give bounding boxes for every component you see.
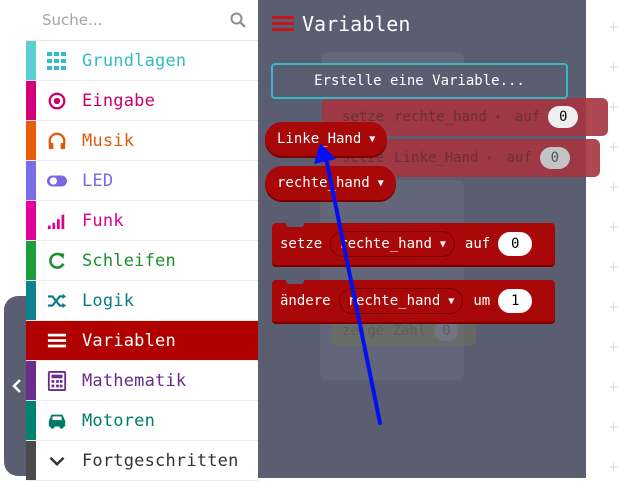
category-schleifen[interactable]: Schleifen (26, 241, 258, 281)
caret-down-icon[interactable]: ▼ (369, 134, 375, 145)
search-box[interactable]: Suche... (26, 0, 258, 41)
category-musik[interactable]: Musik (26, 121, 258, 161)
category-led[interactable]: LED (26, 161, 258, 201)
refresh-icon (46, 250, 68, 272)
block-variable: rechte_hand (394, 109, 487, 125)
caret-down-icon: ▼ (448, 295, 455, 307)
category-label: Grundlagen (82, 50, 187, 71)
category-label: Musik (82, 130, 135, 151)
grid-icon (46, 50, 68, 72)
block-notch (286, 279, 304, 284)
category-label: Funk (82, 210, 124, 231)
grid-mark: + (608, 300, 619, 315)
grid-mark: + (608, 220, 619, 235)
block-variable: Linke_Hand (394, 150, 479, 166)
headphones-icon (46, 130, 68, 152)
number-input[interactable]: 0 (498, 232, 533, 256)
category-stripe (26, 41, 36, 80)
number-input[interactable]: 1 (498, 289, 533, 313)
category-stripe (26, 161, 36, 200)
variable-block-rechte-hand[interactable]: rechte_hand ▼ (265, 166, 396, 200)
category-label: LED (82, 170, 114, 191)
variable-name: rechte_hand (347, 293, 441, 309)
grid-mark: + (608, 100, 619, 115)
category-fortgeschritten[interactable]: Fortgeschritten (26, 441, 258, 481)
search-icon[interactable] (230, 12, 246, 28)
chevron-left-icon (12, 379, 21, 393)
list-icon (46, 330, 68, 352)
variable-name: Linke_Hand (277, 131, 362, 147)
target-icon (46, 90, 68, 112)
category-stripe (26, 321, 36, 360)
search-input[interactable]: Suche... (42, 11, 102, 29)
calculator-icon (46, 370, 68, 392)
block-number: 0 (548, 106, 579, 128)
change-variable-block[interactable]: ändere rechte_hand ▼ um 1 (272, 279, 555, 322)
block-to-label: auf (514, 109, 541, 125)
block-keyword: setze (280, 236, 323, 252)
shuffle-icon (46, 290, 68, 312)
category-stripe (26, 441, 36, 480)
block-notch (286, 222, 304, 227)
flyout-title: Variablen (302, 12, 411, 36)
block-to-label: auf (464, 236, 491, 252)
block-number: 0 (434, 321, 459, 341)
flyout-header: Variablen (272, 12, 410, 36)
category-funk[interactable]: Funk (26, 201, 258, 241)
variable-block-linke-hand[interactable]: Linke_Hand ▼ (265, 122, 388, 156)
grid-mark: + (608, 340, 619, 355)
category-variablen[interactable]: Variablen (26, 321, 258, 361)
category-motoren[interactable]: Motoren (26, 401, 258, 441)
category-stripe (26, 201, 36, 240)
category-eingabe[interactable]: Eingabe (26, 81, 258, 121)
category-stripe (26, 281, 36, 320)
category-stripe (26, 81, 36, 120)
list-icon (272, 16, 294, 31)
category-label: Schleifen (82, 250, 176, 271)
category-label: Fortgeschritten (82, 450, 239, 471)
block-to-label: auf (506, 150, 532, 166)
category-mathematik[interactable]: Mathematik (26, 361, 258, 401)
variable-name: rechte_hand (277, 175, 370, 191)
category-stripe (26, 401, 36, 440)
grid-mark: + (608, 460, 619, 475)
category-label: Motoren (82, 410, 156, 431)
caret-down-icon: ▾ (494, 111, 501, 123)
block-number: 0 (539, 147, 570, 169)
set-variable-block[interactable]: setze rechte_hand ▼ auf 0 (272, 222, 555, 265)
grid-mark: + (608, 60, 619, 75)
category-label: Eingabe (82, 90, 156, 111)
toolbox: Suche... Grundlagen Eingabe Musik LED Fu… (26, 0, 259, 481)
category-label: Variablen (82, 330, 176, 351)
signal-bars-icon (46, 210, 68, 232)
grid-mark: + (608, 140, 619, 155)
category-stripe (26, 241, 36, 280)
grid-mark: + (608, 380, 619, 395)
variable-name: rechte_hand (339, 236, 432, 252)
caret-down-icon[interactable]: ▼ (378, 178, 384, 189)
toggle-icon (46, 170, 68, 192)
category-label: Logik (82, 290, 135, 311)
category-label: Mathematik (82, 370, 187, 391)
caret-down-icon: ▼ (439, 238, 446, 250)
grid-mark: + (608, 420, 619, 435)
variable-dropdown[interactable]: rechte_hand ▼ (338, 288, 464, 314)
grid-mark: + (608, 260, 619, 275)
grid-mark: + (608, 180, 619, 195)
car-icon (46, 410, 68, 432)
chevron-down-icon (46, 450, 68, 472)
category-stripe (26, 121, 36, 160)
block-keyword: ändere (280, 293, 331, 309)
block-by-label: um (473, 293, 491, 309)
create-variable-button[interactable]: Erstelle eine Variable... (271, 63, 568, 99)
caret-down-icon: ▾ (486, 152, 493, 164)
block-keyword: zeige Zahl (342, 323, 427, 339)
category-logik[interactable]: Logik (26, 281, 258, 321)
category-stripe (26, 361, 36, 400)
category-grundlagen[interactable]: Grundlagen (26, 41, 258, 81)
grid-mark: + (608, 20, 619, 35)
variable-dropdown[interactable]: rechte_hand ▼ (330, 231, 455, 257)
